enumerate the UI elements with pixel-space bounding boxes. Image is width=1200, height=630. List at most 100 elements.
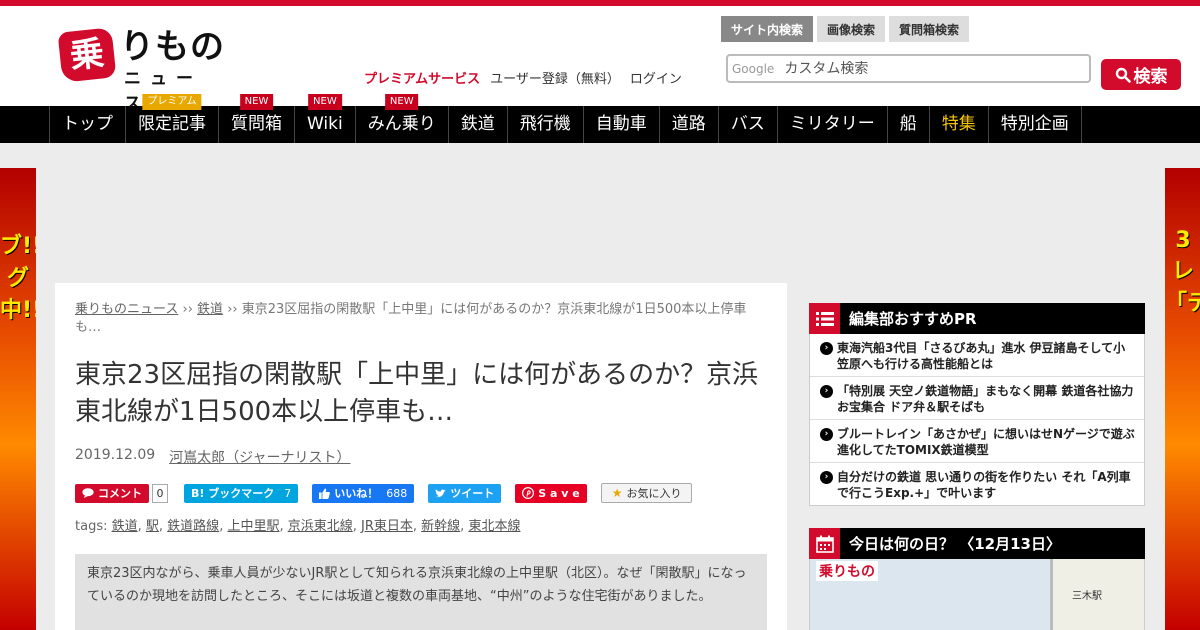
- site-logo[interactable]: 乗 りもの ニュース: [57, 27, 225, 114]
- nav-item-bus[interactable]: バス: [717, 106, 777, 143]
- speech-bubble-icon: [82, 488, 94, 498]
- nav-label: 特別企画: [1000, 114, 1069, 134]
- tag-link[interactable]: 新幹線: [421, 519, 460, 534]
- nav-label: 鉄道: [460, 114, 495, 134]
- nav-item-railway[interactable]: 鉄道: [447, 106, 507, 143]
- breadcrumb: 乗りものニュース ›› 鉄道 ›› 東京23区屈指の閑散駅「上中里」には何がある…: [75, 301, 767, 337]
- pinterest-icon: [522, 487, 535, 499]
- search-button[interactable]: 検索: [1101, 59, 1181, 90]
- nav-label: 特集: [941, 114, 976, 134]
- list-icon: [809, 303, 840, 334]
- tag-link[interactable]: JR東日本: [361, 519, 413, 534]
- hatena-bookmark-button[interactable]: B! ブックマーク 7: [184, 483, 299, 503]
- nav-item-questions[interactable]: NEW 質問箱: [218, 94, 294, 143]
- breadcrumb-separator: ››: [227, 302, 238, 317]
- like-label: いいね！: [334, 487, 379, 500]
- search-button-label: 検索: [1133, 67, 1168, 87]
- nav-item-top[interactable]: トップ: [49, 106, 125, 143]
- premium-service-link[interactable]: プレミアムサービス: [364, 68, 480, 87]
- chevron-right-icon: ›: [820, 385, 833, 398]
- nav-item-minnori[interactable]: NEW みん乗り: [354, 94, 448, 143]
- breadcrumb-railway[interactable]: 鉄道: [197, 302, 223, 317]
- tag-list: tags: 鉄道, 駅, 鉄道路線, 上中里駅, 京浜東北線, JR東日本, 新…: [75, 519, 521, 534]
- article-meta: 2019.12.09 河嶌太郎（ジャーナリスト）: [75, 447, 767, 467]
- breadcrumb-home[interactable]: 乗りものニュース: [75, 302, 178, 317]
- breadcrumb-separator: ››: [182, 302, 193, 317]
- nav-label: ミリタリー: [789, 114, 875, 134]
- tab-image-search[interactable]: 画像検索: [817, 16, 886, 42]
- nav-item-aircraft[interactable]: 飛行機: [506, 106, 583, 143]
- nav-label: Wiki: [307, 114, 343, 134]
- nav-item-road[interactable]: 道路: [658, 106, 718, 143]
- list-item[interactable]: › ブルートレイン「あさかぜ」に想いはせNゲージで遊ぶ 進化してたTOMIX鉄道模…: [810, 420, 1144, 463]
- tab-site-search[interactable]: サイト内検索: [721, 16, 814, 42]
- article-date: 2019.12.09: [75, 447, 156, 463]
- today-map-image[interactable]: 乗りもの 三木駅: [809, 559, 1145, 630]
- nav-label: バス: [730, 114, 765, 134]
- search-tabs: サイト内検索 画像検索 質問箱検索: [721, 16, 970, 42]
- map-logo: 乗りもの: [816, 561, 878, 581]
- pr-item-text: 「特別展 天空ノ鉄道物語」まもなく開幕 鉄道各社協力お宝集合 ドア弁＆駅そばも: [837, 384, 1134, 414]
- google-label: Google: [732, 61, 775, 76]
- nav-label: みん乗り: [367, 114, 436, 134]
- share-buttons: コメント 0 B! ブックマーク 7 いいね！ 688 ツイート S a v e…: [75, 483, 767, 503]
- site-header: 乗 りもの ニュース プレミアムサービス ユーザー登録（無料） ログイン サイト…: [0, 6, 1200, 114]
- comment-label: コメント: [98, 487, 142, 500]
- logo-text: りもの: [120, 27, 225, 67]
- editor-pr-header: 編集部おすすめPR: [809, 303, 1145, 334]
- article-lead: 東京23区内ながら、乗車人員が少ないJR駅として知られる京浜東北線の上中里駅（北…: [75, 554, 767, 630]
- register-link[interactable]: ユーザー登録（無料）: [490, 68, 620, 87]
- map-label: 三木駅: [1072, 591, 1102, 602]
- nav-item-military[interactable]: ミリタリー: [776, 106, 887, 143]
- nav-label: 限定記事: [138, 114, 206, 134]
- pr-item-text: ブルートレイン「あさかぜ」に想いはせNゲージで遊ぶ 進化してたTOMIX鉄道模型: [837, 427, 1135, 457]
- pr-list: › 東海汽船3代目「さるびあ丸」進水 伊豆諸島そして小笠原へも行ける高性能船とは …: [809, 334, 1145, 506]
- comment-button[interactable]: コメント: [75, 483, 149, 503]
- ad-text: 3レ「テ: [1165, 228, 1200, 316]
- main-nav: トップ プレミアム 限定記事 NEW 質問箱 NEW Wiki NEW みん乗り 鉄道 …: [0, 94, 1200, 143]
- tweet-button[interactable]: ツイート: [428, 483, 502, 503]
- ad-text: ブ!!グ中!!: [0, 234, 36, 323]
- list-item[interactable]: › 「特別展 天空ノ鉄道物語」まもなく開幕 鉄道各社協力お宝集合 ドア弁＆駅そばも: [810, 377, 1144, 420]
- right-side-ad[interactable]: 3レ「テ: [1165, 168, 1200, 630]
- pr-item-text: 自分だけの鉄道 思い通りの街を作りたい それ「A列車で行こうExp.+」で叶いま…: [837, 470, 1131, 500]
- tag-link[interactable]: 駅: [146, 519, 159, 534]
- list-item[interactable]: › 自分だけの鉄道 思い通りの街を作りたい それ「A列車で行こうExp.+」で叶い…: [810, 463, 1144, 505]
- calendar-icon: [809, 528, 840, 559]
- user-links: プレミアムサービス ユーザー登録（無料） ログイン: [364, 68, 682, 87]
- favorite-button[interactable]: ★ お気に入り: [600, 483, 693, 503]
- login-link[interactable]: ログイン: [630, 68, 682, 87]
- list-item[interactable]: › 東海汽船3代目「さるびあ丸」進水 伊豆諸島そして小笠原へも行ける高性能船とは: [810, 334, 1144, 377]
- editor-pr-box: 編集部おすすめPR › 東海汽船3代目「さるびあ丸」進水 伊豆諸島そして小笠原へも…: [809, 303, 1145, 506]
- tag-link[interactable]: 東北本線: [468, 519, 520, 534]
- search-box: Google: [726, 54, 1091, 83]
- today-title: 今日は何の日？ 〈12月13日〉: [849, 535, 1061, 553]
- author-link[interactable]: 河嶌太郎（ジャーナリスト）: [169, 447, 350, 467]
- facebook-like-button[interactable]: いいね！ 688: [312, 483, 415, 503]
- pinterest-save-button[interactable]: S a v e: [515, 483, 587, 503]
- logo-mark: 乗: [57, 27, 117, 83]
- nav-item-wiki[interactable]: NEW Wiki: [294, 94, 355, 143]
- nav-label: トップ: [62, 114, 113, 134]
- tag-link[interactable]: 京浜東北線: [288, 519, 353, 534]
- nav-item-car[interactable]: 自動車: [582, 106, 659, 143]
- twitter-bird-icon: [435, 488, 446, 497]
- nav-item-special[interactable]: 特別企画: [987, 106, 1082, 143]
- like-count: 688: [386, 486, 408, 500]
- new-badge: NEW: [308, 94, 342, 110]
- hatena-count: 7: [284, 486, 292, 500]
- editor-pr-title: 編集部おすすめPR: [849, 310, 977, 328]
- nav-item-ship[interactable]: 船: [886, 106, 929, 143]
- left-side-ad[interactable]: ブ!!グ中!!: [0, 168, 36, 630]
- premium-badge: プレミアム: [142, 94, 202, 110]
- tag-link[interactable]: 上中里駅: [227, 519, 279, 534]
- chevron-right-icon: ›: [820, 471, 833, 484]
- search-input[interactable]: [784, 60, 1065, 77]
- nav-label: 道路: [671, 114, 706, 134]
- tab-question-search[interactable]: 質問箱検索: [889, 16, 970, 42]
- tag-link[interactable]: 鉄道路線: [167, 519, 219, 534]
- nav-item-limited[interactable]: プレミアム 限定記事: [125, 94, 218, 143]
- tag-link[interactable]: 鉄道: [112, 519, 138, 534]
- thumbs-up-icon: [319, 488, 331, 499]
- nav-item-feature[interactable]: 特集: [928, 106, 988, 143]
